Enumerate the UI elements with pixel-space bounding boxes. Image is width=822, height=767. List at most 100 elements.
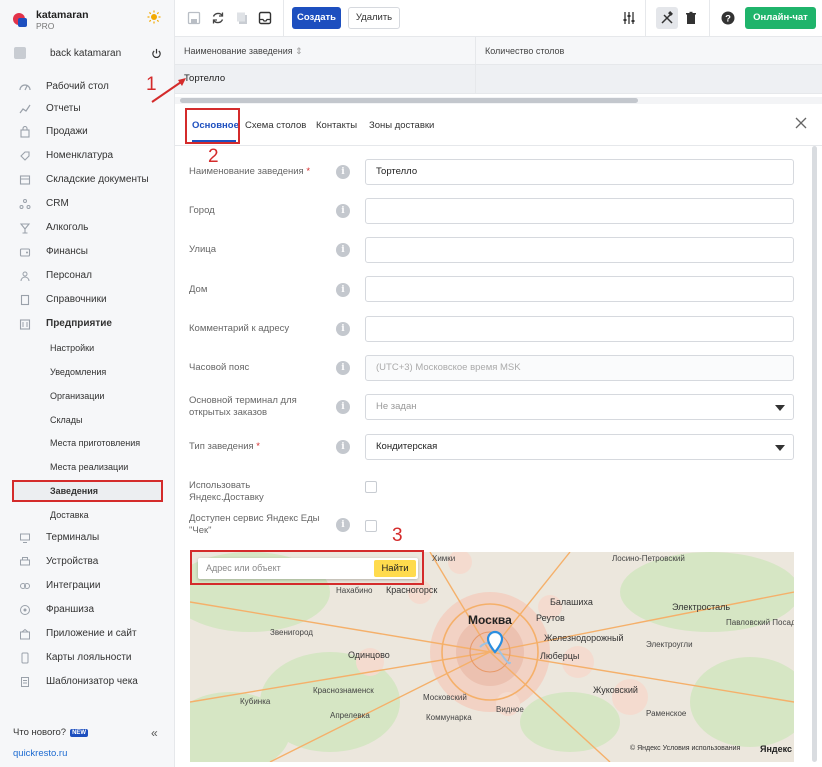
column-header-name[interactable]: Наименование заведения ⇕: [175, 37, 476, 65]
brand[interactable]: katamaran PRO: [12, 8, 89, 32]
required-mark: *: [306, 166, 311, 177]
map-label: Звенигород: [270, 628, 313, 637]
info-icon[interactable]: i: [336, 283, 350, 297]
field-label-street: Улица: [189, 244, 216, 255]
tools-button[interactable]: [656, 7, 678, 29]
nav-item-integrations[interactable]: Интеграции: [0, 575, 175, 597]
subnav-label: Уведомления: [50, 367, 107, 377]
subnav-delivery[interactable]: Доставка: [0, 504, 175, 526]
info-icon[interactable]: i: [336, 518, 350, 532]
theme-toggle-sun-icon[interactable]: [147, 10, 161, 24]
terminal-select[interactable]: Не задан: [365, 394, 794, 420]
map-copyright[interactable]: © Яндекс Условия использования: [630, 745, 740, 752]
loyalty-icon: [21, 652, 29, 664]
type-select[interactable]: Кондитерская: [365, 434, 794, 460]
nav-item-references[interactable]: Справочники: [0, 289, 175, 311]
sliders-icon[interactable]: [622, 11, 636, 25]
nav-item-warehouse-docs[interactable]: Складские документы: [0, 169, 175, 191]
subnav-label: Склады: [50, 415, 83, 425]
inbox-icon[interactable]: [258, 11, 272, 25]
subnav-sale-places[interactable]: Места реализации: [0, 456, 175, 478]
subnav-cooking-places[interactable]: Места приготовления: [0, 432, 175, 454]
yandex-delivery-checkbox[interactable]: [365, 481, 377, 493]
brand-name: katamaran: [36, 8, 89, 21]
info-icon[interactable]: i: [336, 204, 350, 218]
city-input[interactable]: [365, 198, 794, 224]
quickresto-link[interactable]: quickresto.ru: [13, 748, 67, 759]
subnav-notifications[interactable]: Уведомления: [0, 361, 175, 383]
street-input[interactable]: [365, 237, 794, 263]
terminals-icon: [20, 533, 30, 543]
delete-button[interactable]: Удалить: [348, 7, 400, 29]
trash-icon[interactable]: [684, 11, 698, 25]
field-label-text: Наименование заведения: [189, 166, 304, 177]
whats-new-link[interactable]: Что нового? NEW: [13, 727, 89, 738]
vertical-scrollbar[interactable]: [812, 146, 817, 762]
info-icon[interactable]: i: [336, 243, 350, 257]
enterprise-icon: [19, 319, 31, 330]
nav-item-nomenclature[interactable]: Номенклатура: [0, 145, 175, 167]
sort-icon[interactable]: ⇕: [295, 46, 303, 56]
nav-item-finance[interactable]: Финансы: [0, 241, 175, 263]
horizontal-scrollbar[interactable]: [180, 98, 638, 103]
nav-label: Рабочий стол: [46, 81, 109, 92]
house-input[interactable]: [365, 276, 794, 302]
nav-item-enterprise[interactable]: Предприятие: [0, 313, 175, 335]
nav-item-reports[interactable]: Отчеты: [0, 98, 175, 120]
nav-label: Карты лояльности: [46, 652, 132, 663]
power-icon[interactable]: [151, 48, 162, 59]
info-icon[interactable]: i: [336, 322, 350, 336]
tab-table-scheme[interactable]: Схема столов: [245, 120, 306, 131]
nav-item-receipt-template[interactable]: Шаблонизатор чека: [0, 671, 175, 693]
collapse-sidebar-icon[interactable]: «: [151, 726, 158, 740]
info-icon[interactable]: i: [336, 440, 350, 454]
refresh-icon[interactable]: [211, 11, 225, 25]
chevron-down-icon: [775, 405, 785, 411]
map-label: Балашиха: [550, 597, 593, 607]
column-header-tables[interactable]: Количество столов: [476, 37, 822, 65]
create-button[interactable]: Создать: [292, 7, 341, 29]
type-select-value: Кондитерская: [376, 441, 438, 452]
terminal-select-value: Не задан: [376, 401, 417, 412]
tab-contacts[interactable]: Контакты: [316, 120, 357, 131]
map-label: Коммунарка: [426, 713, 472, 722]
nav-label: Шаблонизатор чека: [46, 676, 138, 687]
subnav-warehouses[interactable]: Склады: [0, 409, 175, 431]
timezone-input: (UTC+3) Московское время MSK: [365, 355, 794, 381]
map-label: Железнодорожный: [544, 633, 624, 643]
nav-item-franchise[interactable]: Франшиза: [0, 599, 175, 621]
table-cell-tables[interactable]: [476, 65, 822, 94]
table-cell-name[interactable]: Тортелло: [175, 65, 476, 94]
map-search-button[interactable]: Найти: [374, 560, 416, 577]
nav-item-crm[interactable]: CRM: [0, 193, 175, 215]
online-chat-button[interactable]: Онлайн-чат: [745, 7, 816, 29]
help-icon[interactable]: ?: [721, 11, 735, 25]
info-icon[interactable]: i: [336, 400, 350, 414]
nav-item-alcohol[interactable]: Алкоголь: [0, 217, 175, 239]
subnav-establishments[interactable]: Заведения: [12, 480, 163, 502]
save-icon[interactable]: [187, 11, 201, 25]
close-icon[interactable]: [794, 116, 808, 130]
map-search-input[interactable]: Адрес или объект: [206, 563, 281, 573]
copy-icon[interactable]: [235, 11, 249, 25]
nav-item-app-site[interactable]: Приложение и сайт: [0, 623, 175, 645]
subnav-organizations[interactable]: Организации: [0, 385, 175, 407]
nav-item-sales[interactable]: Продажи: [0, 121, 175, 143]
nav-item-staff[interactable]: Персонал: [0, 265, 175, 287]
nav-item-devices[interactable]: Устройства: [0, 551, 175, 573]
nomenclature-icon: [20, 151, 30, 161]
subnav-settings[interactable]: Настройки: [0, 337, 175, 359]
nav-label: Предприятие: [46, 318, 112, 329]
tab-delivery-zones[interactable]: Зоны доставки: [369, 120, 434, 131]
nav-item-loyalty[interactable]: Карты лояльности: [0, 647, 175, 669]
yandex-check-checkbox[interactable]: [365, 520, 377, 532]
nav-item-terminals[interactable]: Терминалы: [0, 527, 175, 549]
name-input[interactable]: Тортелло: [365, 159, 794, 185]
field-label-yandex-check: Доступен сервис Яндекс Еды "Чек": [189, 513, 320, 536]
info-icon[interactable]: i: [336, 165, 350, 179]
user-row[interactable]: back katamaran: [0, 42, 175, 66]
info-icon[interactable]: i: [336, 361, 350, 375]
devices-icon: [20, 557, 30, 566]
address-comment-input[interactable]: [365, 316, 794, 342]
map-label: Реутов: [536, 613, 565, 623]
